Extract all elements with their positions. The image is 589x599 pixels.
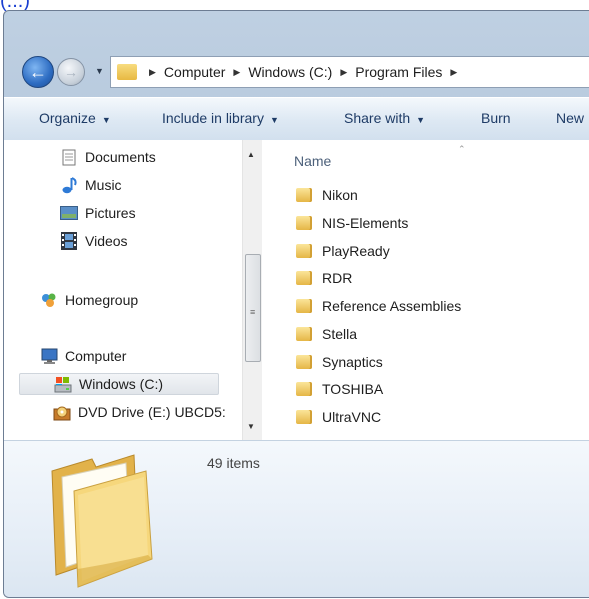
list-item[interactable]: NIS-Elements bbox=[296, 212, 408, 234]
list-item[interactable]: Stella bbox=[296, 323, 357, 345]
folder-icon bbox=[296, 299, 312, 313]
documents-icon bbox=[60, 148, 78, 166]
breadcrumb-arrow-icon[interactable]: ▶ bbox=[450, 67, 457, 78]
scroll-down-arrow-icon[interactable]: ▼ bbox=[247, 422, 255, 431]
nav-item-dvd-drive[interactable]: DVD Drive (E:) UBCD5: bbox=[53, 401, 226, 423]
music-icon bbox=[60, 176, 78, 194]
content-area: Documents Music Pictures Videos Homegrou… bbox=[4, 140, 589, 440]
list-item[interactable]: UltraVNC bbox=[296, 406, 381, 428]
nav-item-label: Videos bbox=[85, 233, 128, 249]
folder-icon bbox=[296, 327, 312, 341]
items-count: 49 items bbox=[207, 455, 260, 471]
file-name: TOSHIBA bbox=[322, 381, 384, 397]
folder-icon bbox=[296, 244, 312, 258]
share-with-button[interactable]: Share with ▼ bbox=[344, 110, 425, 126]
folder-icon bbox=[296, 216, 312, 230]
videos-icon bbox=[60, 232, 78, 250]
column-header-name[interactable]: Name bbox=[294, 153, 331, 169]
file-name: NIS-Elements bbox=[322, 215, 409, 231]
nav-item-documents[interactable]: Documents bbox=[60, 146, 156, 168]
navigation-scrollbar[interactable]: ▲ ≡ ▼ bbox=[242, 140, 262, 440]
file-name: Reference Assemblies bbox=[322, 298, 462, 314]
address-breadcrumb[interactable]: ▶ Computer ▶ Windows (C:) ▶ Program File… bbox=[110, 56, 589, 88]
dvd-drive-icon bbox=[53, 403, 71, 421]
list-item[interactable]: Synaptics bbox=[296, 351, 383, 373]
caret-down-icon: ▼ bbox=[416, 115, 426, 125]
breadcrumb-arrow-icon[interactable]: ▶ bbox=[149, 67, 156, 78]
folder-icon bbox=[296, 355, 312, 369]
folder-icon bbox=[296, 382, 312, 396]
nav-item-label: Pictures bbox=[85, 205, 136, 221]
nav-item-videos[interactable]: Videos bbox=[60, 230, 128, 252]
burn-label: Burn bbox=[481, 110, 511, 126]
nav-item-windows-c[interactable]: Windows (C:) bbox=[19, 373, 219, 395]
recent-pages-dropdown-icon[interactable]: ▼ bbox=[95, 66, 104, 76]
file-list-pane: ⌃ Name Nikon NIS-Elements PlayReady RDR … bbox=[262, 140, 589, 440]
nav-item-label: Windows (C:) bbox=[79, 376, 164, 392]
address-bar-area: ← → ▼ ▶ Computer ▶ Windows (C:) ▶ Progra… bbox=[4, 11, 589, 97]
new-label: New bbox=[556, 110, 585, 126]
caret-down-icon: ▼ bbox=[101, 115, 111, 125]
nav-item-pictures[interactable]: Pictures bbox=[60, 202, 136, 224]
burn-button[interactable]: Burn bbox=[481, 110, 511, 126]
drive-icon bbox=[54, 375, 72, 393]
caret-down-icon: ▼ bbox=[269, 115, 279, 125]
list-item[interactable]: Nikon bbox=[296, 184, 358, 206]
list-item[interactable]: PlayReady bbox=[296, 240, 390, 262]
list-item[interactable]: Reference Assemblies bbox=[296, 295, 461, 317]
nav-item-label: Music bbox=[85, 177, 122, 193]
file-name: Stella bbox=[322, 326, 358, 342]
share-with-label: Share with bbox=[344, 110, 411, 126]
navigation-pane: Documents Music Pictures Videos Homegrou… bbox=[4, 140, 242, 440]
folder-icon bbox=[296, 410, 312, 424]
file-name: Synaptics bbox=[322, 354, 383, 370]
folder-icon bbox=[296, 271, 312, 285]
include-in-library-button[interactable]: Include in library ▼ bbox=[162, 110, 279, 126]
pictures-icon bbox=[60, 204, 78, 222]
computer-icon bbox=[40, 347, 58, 365]
forward-arrow-icon: → bbox=[64, 64, 78, 80]
nav-item-label: Homegroup bbox=[65, 292, 139, 308]
list-item[interactable]: RDR bbox=[296, 267, 352, 289]
nav-item-label: Computer bbox=[65, 348, 127, 364]
nav-item-label: Documents bbox=[85, 149, 156, 165]
back-arrow-icon: ← bbox=[29, 61, 47, 82]
organize-label: Organize bbox=[39, 110, 96, 126]
forward-button[interactable]: → bbox=[57, 58, 85, 86]
command-bar: Organize ▼ Include in library ▼ Share with… bbox=[4, 97, 589, 141]
list-item[interactable]: TOSHIBA bbox=[296, 378, 383, 400]
breadcrumb-arrow-icon[interactable]: ▶ bbox=[340, 67, 347, 78]
large-folder-icon bbox=[34, 451, 174, 591]
folder-icon bbox=[117, 64, 137, 80]
nav-item-computer[interactable]: Computer bbox=[40, 345, 126, 367]
scroll-up-arrow-icon[interactable]: ▲ bbox=[247, 150, 255, 159]
explorer-window: ← → ▼ ▶ Computer ▶ Windows (C:) ▶ Progra… bbox=[3, 10, 589, 598]
breadcrumb-program-files[interactable]: Program Files bbox=[355, 64, 442, 80]
file-name: Nikon bbox=[322, 187, 358, 203]
include-in-library-label: Include in library bbox=[162, 110, 264, 126]
nav-item-homegroup[interactable]: Homegroup bbox=[40, 289, 138, 311]
nav-item-label: DVD Drive (E:) UBCD5: bbox=[78, 404, 226, 420]
breadcrumb-computer[interactable]: Computer bbox=[164, 64, 225, 80]
nav-item-music[interactable]: Music bbox=[60, 174, 122, 196]
grip-icon: ≡ bbox=[250, 307, 256, 317]
scrollbar-thumb[interactable]: ≡ bbox=[245, 254, 261, 362]
organize-button[interactable]: Organize ▼ bbox=[39, 110, 111, 126]
breadcrumb-arrow-icon[interactable]: ▶ bbox=[233, 67, 240, 78]
file-name: PlayReady bbox=[322, 243, 390, 259]
file-name: UltraVNC bbox=[322, 409, 382, 425]
folder-icon bbox=[296, 188, 312, 202]
new-folder-button[interactable]: New bbox=[556, 110, 584, 126]
file-name: RDR bbox=[322, 270, 353, 286]
details-pane: 49 items bbox=[4, 440, 589, 597]
back-button[interactable]: ← bbox=[22, 56, 54, 88]
breadcrumb-windows-c[interactable]: Windows (C:) bbox=[248, 64, 332, 80]
homegroup-icon bbox=[40, 291, 58, 309]
sort-indicator-icon: ⌃ bbox=[458, 144, 466, 154]
